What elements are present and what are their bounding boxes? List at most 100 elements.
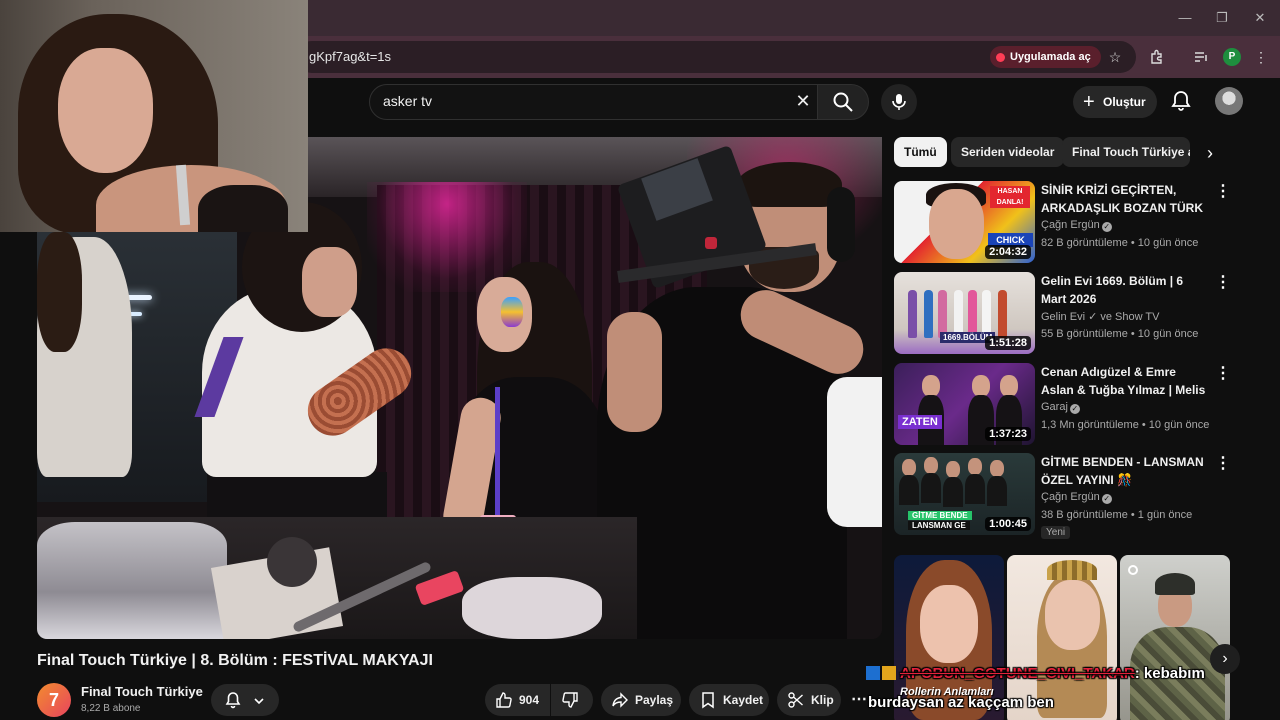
chip-final-touch[interactable]: Final Touch Türkiye a — [1062, 137, 1190, 167]
recommendation-thumbnail[interactable]: ZATEN 1:37:23 — [894, 363, 1035, 445]
video-lanyard — [495, 387, 500, 517]
recommendation-title[interactable]: Gelin Evi 1669. Bölüm | 6 Mart 2026 — [1041, 272, 1211, 308]
browser-menu-icon[interactable]: ⋮ — [1250, 46, 1272, 68]
thumb-person-body — [921, 473, 941, 503]
account-avatar[interactable] — [1215, 87, 1243, 115]
dislike-button[interactable] — [551, 684, 593, 716]
duration-badge: 1:51:28 — [985, 336, 1031, 350]
chat-message-line2: burdaysan az kaççam ben — [868, 694, 1054, 711]
verified-icon: ✓ — [1069, 404, 1080, 414]
webcam-face — [58, 48, 153, 173]
recommendation-meta: 38 B görüntüleme • 1 gün önce — [1041, 509, 1193, 521]
more-options-icon[interactable]: ⋮ — [1214, 272, 1232, 294]
recommendation-channel[interactable]: Gelin Evi ✓ ve Show TV — [1041, 310, 1159, 323]
short-thumbnail[interactable] — [1120, 555, 1230, 720]
search-input[interactable] — [369, 84, 821, 120]
thumb-person-face — [922, 375, 940, 397]
video-person-right — [827, 377, 882, 527]
thumb-person-face — [902, 459, 916, 476]
extensions-icon[interactable] — [1146, 46, 1168, 68]
subscriber-count: 8,22 B abone — [81, 703, 141, 714]
thumb-person — [924, 290, 933, 338]
scissors-icon — [788, 692, 803, 708]
close-window-icon[interactable]: ✕ — [1250, 8, 1270, 28]
live-icon — [1128, 565, 1138, 575]
verified-icon: ✓ — [1101, 222, 1112, 232]
recommendation-item[interactable]: 1669.BÖLÜM 1:51:28 Gelin Evi 1669. Bölüm… — [894, 272, 1234, 356]
bookmark-star-icon[interactable]: ☆ — [1104, 46, 1126, 68]
thumb-person — [982, 290, 991, 338]
search-button[interactable] — [817, 84, 869, 120]
voice-search-button[interactable] — [881, 84, 917, 120]
recommendation-item[interactable]: HASAN DANLA! CHICK 2:04:32 SİNİR KRİZİ G… — [894, 181, 1234, 265]
chip-all[interactable]: Tümü — [894, 137, 947, 167]
chevron-right-icon[interactable]: › — [1210, 644, 1240, 674]
thumb-person-face — [972, 375, 990, 397]
recommendation-title[interactable]: SİNİR KRİZİ GEÇİRTEN, ARKADAŞLIK BOZAN T… — [1041, 181, 1211, 217]
thumb-person-face — [990, 460, 1004, 477]
channel-name: Garaj — [1041, 401, 1068, 413]
recommendation-thumbnail[interactable]: HASAN DANLA! CHICK 2:04:32 — [894, 181, 1035, 263]
thumb-person-body — [965, 474, 985, 504]
thumb-person-body — [987, 476, 1007, 506]
open-in-app-button[interactable]: Uygulamada aç — [990, 46, 1101, 68]
thumb-person — [998, 290, 1007, 338]
recommendation-meta: 55 B görüntüleme • 10 gün önce — [1041, 328, 1199, 340]
video-artist-face — [302, 247, 357, 317]
recommendation-thumbnail[interactable]: GİTME BENDE LANSMAN GE 1:00:45 — [894, 453, 1035, 535]
thumb-label: ZATEN — [898, 415, 942, 429]
chat-badge-icon — [866, 666, 880, 680]
thumb-label: LANSMAN GE — [908, 521, 970, 530]
like-button[interactable]: 904 — [485, 684, 550, 716]
more-options-icon[interactable]: ⋮ — [1214, 363, 1232, 385]
recommendation-meta: 82 B görüntüleme • 10 gün önce — [1041, 237, 1199, 249]
video-headset — [827, 187, 855, 262]
video-person-left-hair — [37, 232, 82, 352]
clip-button[interactable]: Klip — [777, 684, 841, 716]
webcam-overlay — [0, 0, 308, 232]
thumb-person-face — [1045, 580, 1100, 650]
media-control-icon[interactable] — [1190, 46, 1212, 68]
browser-profile-avatar[interactable]: P — [1223, 48, 1241, 66]
microphone-icon — [892, 94, 906, 110]
address-bar-text[interactable]: gKpf7ag&t=1s — [309, 49, 391, 64]
thumb-person — [908, 290, 917, 338]
channel-name: Çağn Ergün — [1041, 219, 1100, 231]
recommendation-item[interactable]: GİTME BENDE LANSMAN GE 1:00:45 GİTME BEN… — [894, 453, 1234, 543]
video-face-paint — [501, 297, 523, 327]
thumb-person — [968, 290, 977, 338]
chip-series-videos[interactable]: Seriden videolar — [951, 137, 1065, 167]
save-button[interactable]: Kaydet — [689, 684, 769, 716]
recommendation-meta: 1,3 Mn görüntüleme • 10 gün önce — [1041, 419, 1210, 431]
recommendation-title[interactable]: GİTME BENDEN - LANSMAN ÖZEL YAYINI 🎊 — [1041, 453, 1211, 489]
clear-search-icon[interactable]: ✕ — [792, 90, 814, 112]
notifications-bell-icon[interactable] — [1168, 88, 1194, 114]
create-button[interactable]: + Oluştur — [1073, 86, 1157, 118]
search-input-value[interactable]: asker tv — [383, 93, 432, 109]
more-options-icon[interactable]: ⋮ — [1214, 453, 1232, 475]
share-button[interactable]: Paylaş — [601, 684, 681, 716]
recommendation-channel[interactable]: Garaj ✓ — [1041, 401, 1080, 414]
share-icon — [612, 692, 628, 708]
new-badge: Yeni — [1041, 526, 1071, 539]
thumb-banner: HASAN DANLA! — [990, 186, 1030, 208]
channel-name: Çağn Ergün — [1041, 491, 1100, 503]
recommendation-channel[interactable]: Çağn Ergün ✓ — [1041, 219, 1112, 232]
thumb-person-body — [899, 475, 919, 505]
recommendation-title[interactable]: Cenan Adıgüzel & Emre Aslan & Tuğba Yılm… — [1041, 363, 1211, 399]
channel-avatar[interactable]: 7 — [37, 683, 71, 717]
more-actions-icon[interactable]: ⋯ — [849, 684, 869, 716]
recommendation-item[interactable]: ZATEN 1:37:23 Cenan Adıgüzel & Emre Asla… — [894, 363, 1234, 447]
chevron-right-icon[interactable]: › — [1199, 142, 1221, 164]
recommendation-channel[interactable]: Çağn Ergün ✓ — [1041, 491, 1112, 504]
restore-icon[interactable]: ❐ — [1212, 8, 1232, 28]
more-options-icon[interactable]: ⋮ — [1214, 181, 1232, 203]
webcam-top — [198, 185, 288, 232]
recommendation-thumbnail[interactable]: 1669.BÖLÜM 1:51:28 — [894, 272, 1035, 354]
channel-name[interactable]: Final Touch Türkiye — [81, 684, 203, 699]
chat-badge-icon — [882, 666, 896, 680]
chat-text: kebabım — [1143, 665, 1205, 682]
subscription-bell-button[interactable] — [211, 684, 279, 716]
minimize-icon[interactable]: — — [1175, 8, 1195, 28]
thumb-person — [954, 290, 963, 338]
